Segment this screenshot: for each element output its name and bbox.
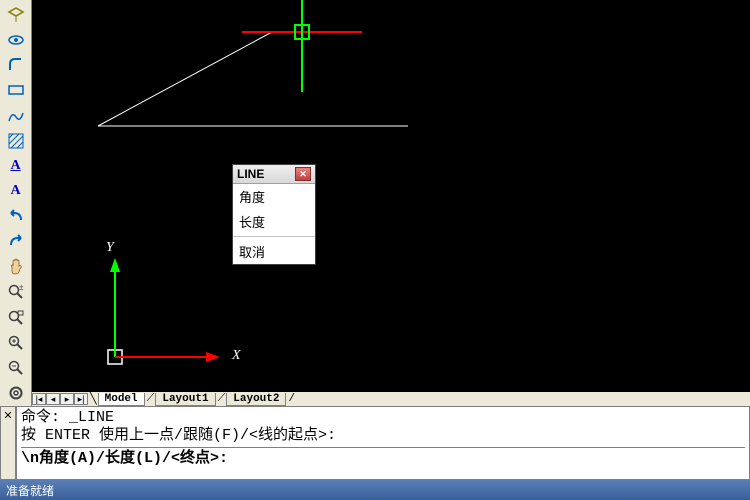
tool-rectangle-icon[interactable]: [4, 79, 28, 102]
status-bar: 准备就绪: [0, 480, 750, 500]
command-close-icon[interactable]: ✕: [0, 406, 16, 480]
tool-zoom-realtime-icon[interactable]: ±: [4, 281, 28, 304]
ucs-x-label: X: [232, 348, 241, 364]
tool-text-icon[interactable]: A: [4, 180, 28, 203]
layout-tabbar: |◂ ◂ ▸ ▸| ╲ Model ⟋ Layout1 ⟋ Layout2 /: [32, 392, 750, 406]
status-text: 准备就绪: [6, 484, 54, 498]
command-area: ✕ 命令: _LINE 按 ENTER 使用上一点/跟随(F)/<线的起点>: …: [0, 406, 750, 480]
svg-text:±: ±: [19, 283, 24, 292]
menu-item-angle[interactable]: 角度: [233, 184, 315, 209]
tab-model[interactable]: Model: [98, 393, 145, 406]
tab-nav-first-icon[interactable]: |◂: [32, 393, 46, 405]
line-context-menu: LINE ✕ 角度 长度 取消: [232, 164, 316, 265]
tab-layout1[interactable]: Layout1: [155, 393, 215, 406]
menu-item-length[interactable]: 长度: [233, 209, 315, 234]
close-icon[interactable]: ✕: [295, 167, 311, 181]
command-history-2: 按 ENTER 使用上一点/跟随(F)/<线的起点>:: [21, 427, 745, 445]
left-toolbar: A A ±: [0, 0, 32, 406]
popup-titlebar[interactable]: LINE ✕: [233, 165, 315, 184]
command-text[interactable]: 命令: _LINE 按 ENTER 使用上一点/跟随(F)/<线的起点>: \n…: [16, 406, 750, 480]
menu-separator: [233, 236, 315, 237]
tool-zoom-in-icon[interactable]: [4, 331, 28, 354]
tab-nav-prev-icon[interactable]: ◂: [46, 393, 60, 405]
command-history-1: 命令: _LINE: [21, 409, 745, 427]
tool-fillet-icon[interactable]: [4, 54, 28, 77]
tool-attribute[interactable]: [4, 3, 28, 26]
tool-zoom-out-icon[interactable]: [4, 357, 28, 380]
tab-nav-last-icon[interactable]: ▸|: [74, 393, 88, 405]
tool-pan-icon[interactable]: [4, 256, 28, 279]
drawing-canvas[interactable]: Y X LINE ✕ 角度 长度 取消: [32, 0, 750, 406]
tool-hatch-icon[interactable]: [4, 129, 28, 152]
tool-undo-icon[interactable]: [4, 205, 28, 228]
ucs-y-label: Y: [106, 240, 114, 256]
tool-zoom-window-icon[interactable]: [4, 306, 28, 329]
tab-nav-next-icon[interactable]: ▸: [60, 393, 74, 405]
tool-eye-icon[interactable]: [4, 28, 28, 51]
popup-title-text: LINE: [237, 167, 264, 181]
tool-sketch-icon[interactable]: [4, 104, 28, 127]
cursor-vertical: [301, 0, 303, 92]
tool-redo-icon[interactable]: [4, 230, 28, 253]
tab-layout2[interactable]: Layout2: [226, 393, 286, 406]
tool-text-underline-icon[interactable]: A: [4, 155, 28, 178]
tool-zoom-extents-icon[interactable]: [4, 382, 28, 405]
menu-item-cancel[interactable]: 取消: [233, 239, 315, 264]
command-prompt: \n角度(A)/长度(L)/<终点>:: [21, 447, 745, 468]
cursor-pickbox: [294, 24, 310, 40]
